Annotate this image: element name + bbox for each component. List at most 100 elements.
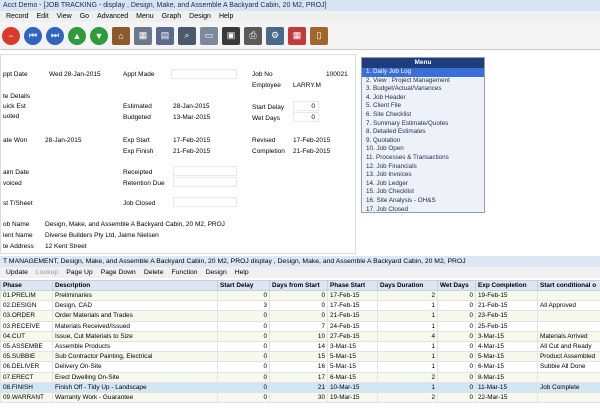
column-header[interactable]: Days Duration bbox=[377, 280, 438, 291]
table-cell[interactable]: 1 bbox=[377, 361, 438, 373]
table-row[interactable]: 03.ORDER Order Materials and Trades 0 0 21-F… bbox=[0, 310, 600, 322]
table-cell[interactable]: 27-Feb-15 bbox=[327, 330, 378, 342]
table-cell[interactable]: All Cut and Ready bbox=[537, 340, 600, 353]
form-icon[interactable]: ▤ bbox=[156, 26, 174, 45]
table-cell[interactable]: 1 bbox=[377, 340, 438, 353]
exp-start-value[interactable]: 17-Feb-2015 bbox=[173, 137, 210, 144]
table-cell[interactable]: 03.RECEIVE bbox=[0, 320, 53, 332]
table-cell[interactable]: 21-Feb-15 bbox=[327, 310, 378, 322]
column-header[interactable]: Start Delay bbox=[217, 280, 270, 291]
table-cell[interactable]: Subbie All Done bbox=[537, 361, 600, 373]
table-cell[interactable]: Materials Arrived bbox=[537, 330, 600, 342]
table-row[interactable]: 06.DELIVER Delivery On-Site 0 16 5-Mar-15 1 0 6… bbox=[0, 361, 600, 373]
table-cell[interactable] bbox=[537, 289, 600, 302]
table-cell[interactable]: 24-Feb-15 bbox=[327, 320, 378, 332]
table-cell[interactable]: Finish Off - Tidy Up - Landscape bbox=[52, 381, 218, 393]
menu-panel-item[interactable]: 6. Site Checklist bbox=[362, 111, 484, 120]
table-cell[interactable]: 2 bbox=[377, 391, 438, 404]
employee-value[interactable]: LARRY.M bbox=[293, 82, 321, 89]
exit-door-icon[interactable]: ▯ bbox=[310, 26, 328, 45]
table-cell[interactable]: Preliminaries bbox=[52, 289, 218, 302]
table-cell[interactable]: 09.WARRANT bbox=[0, 391, 53, 404]
table-cell[interactable]: 21-Feb-15 bbox=[475, 300, 538, 312]
table-row[interactable]: 02.DESIGN Design, CAD 3 0 17-Feb-15 1 0 21-Feb-… bbox=[0, 300, 600, 312]
table-cell[interactable]: 5-Mar-15 bbox=[327, 351, 378, 363]
menu-panel-item[interactable]: 5. Client File bbox=[362, 102, 484, 111]
menu-advanced[interactable]: Advanced bbox=[93, 11, 132, 22]
menu-panel-item[interactable]: 4. Job Header bbox=[362, 94, 484, 103]
start-delay-field[interactable]: 0 bbox=[293, 101, 319, 111]
appt-made-field[interactable] bbox=[171, 69, 237, 79]
date-won-value[interactable]: 28-Jan-2015 bbox=[45, 137, 82, 144]
table-cell[interactable]: 8-Mar-15 bbox=[475, 371, 538, 383]
grid-menu-lookup[interactable]: Lookup bbox=[32, 267, 62, 278]
table-cell[interactable]: 0 bbox=[269, 310, 328, 322]
table-cell[interactable]: 07.ERECT bbox=[0, 371, 53, 383]
table-icon[interactable]: ▦ bbox=[134, 26, 152, 45]
table-cell[interactable]: 0 bbox=[217, 340, 270, 353]
stop-icon[interactable]: − bbox=[2, 26, 20, 45]
table-cell[interactable]: 03.ORDER bbox=[0, 310, 53, 322]
table-cell[interactable]: 4 bbox=[377, 330, 438, 342]
search-icon[interactable]: ⌕ bbox=[178, 26, 196, 45]
grid-menu-design[interactable]: Design bbox=[202, 267, 231, 278]
table-row[interactable]: 01.PRELIM Preliminaries 0 0 17-Feb-15 2 0 19-Fe… bbox=[0, 289, 600, 302]
table-cell[interactable]: 0 bbox=[437, 310, 476, 322]
table-cell[interactable]: 0 bbox=[217, 351, 270, 363]
table-cell[interactable]: 08.FINISH bbox=[0, 381, 53, 393]
table-cell[interactable]: 06.DELIVER bbox=[0, 361, 53, 373]
table-row[interactable]: 04.CUT Issue, Cut Materials to Size 0 10 27-… bbox=[0, 330, 600, 342]
menu-panel-item[interactable]: 14. Job Ledger bbox=[362, 180, 484, 189]
table-row[interactable]: 05.ASSEMBE Assemble Products 0 14 3-Mar-15 1 0… bbox=[0, 340, 600, 353]
menu-panel-item[interactable]: 15. Job Checklist bbox=[362, 188, 484, 197]
table-cell[interactable]: 04.CUT bbox=[0, 330, 53, 342]
job-closed-field[interactable] bbox=[173, 197, 237, 207]
table-cell[interactable]: 5-Mar-15 bbox=[475, 351, 538, 363]
receipted-field[interactable] bbox=[173, 166, 237, 176]
table-cell[interactable]: Issue, Cut Materials to Size bbox=[52, 330, 218, 342]
table-cell[interactable]: 10 bbox=[269, 330, 328, 342]
table-cell[interactable]: 6-Mar-15 bbox=[327, 371, 378, 383]
job-name-value[interactable]: Design, Make, and Assemble A Backyard Ca… bbox=[45, 221, 225, 228]
appt-date-value[interactable]: Wed 28-Jan-2015 bbox=[49, 71, 101, 78]
table-cell[interactable]: Erect Dwelling On-Site bbox=[52, 371, 218, 383]
column-header[interactable]: Description bbox=[52, 280, 218, 291]
menu-design[interactable]: Design bbox=[185, 11, 215, 22]
table-cell[interactable]: 0 bbox=[217, 381, 270, 393]
table-cell[interactable]: 0 bbox=[217, 310, 270, 322]
table-cell[interactable] bbox=[537, 320, 600, 332]
table-cell[interactable]: 3-Mar-15 bbox=[327, 340, 378, 353]
monitor-icon[interactable]: ▣ bbox=[222, 26, 240, 45]
table-cell[interactable]: 30 bbox=[269, 391, 328, 404]
table-cell[interactable]: 15 bbox=[269, 351, 328, 363]
menu-view[interactable]: View bbox=[53, 11, 76, 22]
table-cell[interactable]: 1 bbox=[377, 300, 438, 312]
grid-menu-page-down[interactable]: Page Down bbox=[97, 267, 140, 278]
menu-panel-item[interactable]: 16. Site Analysis - OH&S bbox=[362, 197, 484, 206]
menu-panel-item[interactable]: 17. Job Closed bbox=[362, 206, 484, 215]
grid-menu-page-up[interactable]: Page Up bbox=[62, 267, 96, 278]
table-cell[interactable] bbox=[537, 391, 600, 404]
table-cell[interactable]: 6-Mar-15 bbox=[475, 361, 538, 373]
table-cell[interactable]: 4-Mar-15 bbox=[475, 340, 538, 353]
table-cell[interactable]: 21 bbox=[269, 381, 328, 393]
table-cell[interactable]: 0 bbox=[437, 330, 476, 342]
table-cell[interactable]: 2 bbox=[377, 371, 438, 383]
table-cell[interactable]: 0 bbox=[437, 289, 476, 302]
grid-menu-help[interactable]: Help bbox=[231, 267, 253, 278]
table-cell[interactable]: 0 bbox=[437, 351, 476, 363]
table-cell[interactable]: 17 bbox=[269, 371, 328, 383]
table-cell[interactable]: Job Complete bbox=[537, 381, 600, 393]
menu-panel-item[interactable]: 10. Job Open bbox=[362, 145, 484, 154]
table-cell[interactable]: 10-Mar-15 bbox=[327, 381, 378, 393]
table-row[interactable]: 08.FINISH Finish Off - Tidy Up - Landscap… bbox=[0, 381, 600, 393]
table-cell[interactable]: 1 bbox=[377, 320, 438, 332]
table-cell[interactable]: 22-Mar-15 bbox=[475, 391, 538, 404]
table-cell[interactable]: 25-Feb-15 bbox=[475, 320, 538, 332]
table-cell[interactable]: Sub Contractor Painting, Electrical bbox=[52, 351, 218, 363]
document-icon[interactable]: ▭ bbox=[200, 26, 218, 45]
menu-graph[interactable]: Graph bbox=[158, 11, 185, 22]
column-header[interactable]: Phase Start bbox=[327, 280, 378, 291]
table-cell[interactable]: 0 bbox=[437, 340, 476, 353]
table-cell[interactable]: 0 bbox=[269, 300, 328, 312]
